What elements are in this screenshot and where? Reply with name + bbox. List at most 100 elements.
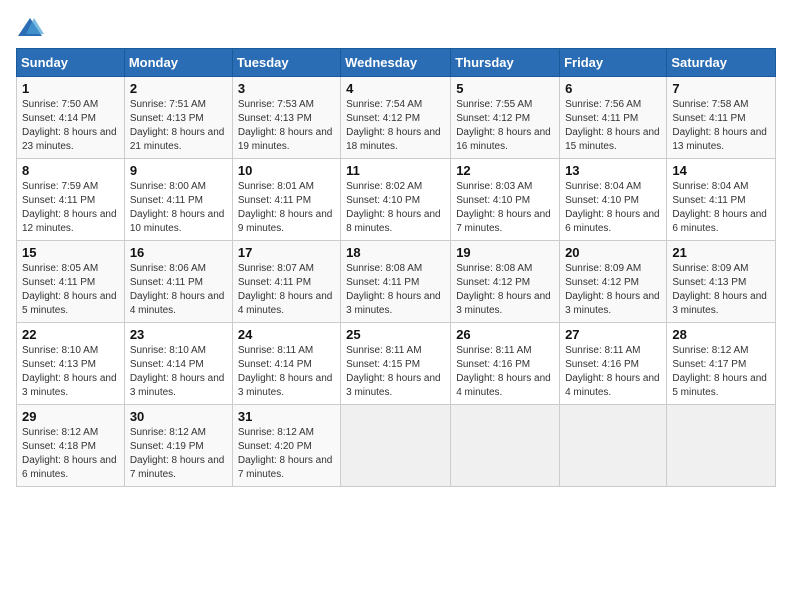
calendar-cell: 14 Sunrise: 8:04 AMSunset: 4:11 PMDayligh…	[667, 159, 776, 241]
day-number: 11	[346, 163, 445, 178]
calendar-cell: 12 Sunrise: 8:03 AMSunset: 4:10 PMDayligh…	[451, 159, 560, 241]
calendar-cell: 21 Sunrise: 8:09 AMSunset: 4:13 PMDayligh…	[667, 241, 776, 323]
day-info: Sunrise: 8:11 AMSunset: 4:14 PMDaylight:…	[238, 344, 335, 400]
day-info: Sunrise: 7:50 AMSunset: 4:14 PMDaylight:…	[22, 98, 119, 154]
day-info: Sunrise: 7:56 AMSunset: 4:11 PMDaylight:…	[565, 98, 661, 154]
calendar-cell: 4 Sunrise: 7:54 AMSunset: 4:12 PMDaylight…	[341, 77, 451, 159]
page-header	[16, 16, 776, 38]
day-of-week-header: Monday	[124, 49, 232, 77]
day-of-week-header: Friday	[560, 49, 667, 77]
day-number: 4	[346, 81, 445, 96]
calendar-week-row: 15Sunrise: 8:05 AMSunset: 4:11 PMDayligh…	[17, 241, 776, 323]
calendar-cell: 25 Sunrise: 8:11 AMSunset: 4:15 PMDayligh…	[341, 323, 451, 405]
day-number: 9	[130, 163, 227, 178]
day-info: Sunrise: 8:05 AMSunset: 4:11 PMDaylight:…	[22, 262, 119, 318]
day-number: 29	[22, 409, 119, 424]
day-info: Sunrise: 7:53 AMSunset: 4:13 PMDaylight:…	[238, 98, 335, 154]
day-number: 3	[238, 81, 335, 96]
day-info: Sunrise: 8:12 AMSunset: 4:18 PMDaylight:…	[22, 426, 119, 482]
day-info: Sunrise: 7:55 AMSunset: 4:12 PMDaylight:…	[456, 98, 554, 154]
calendar-cell: 23 Sunrise: 8:10 AMSunset: 4:14 PMDayligh…	[124, 323, 232, 405]
calendar-cell	[341, 405, 451, 487]
day-info: Sunrise: 8:11 AMSunset: 4:16 PMDaylight:…	[456, 344, 554, 400]
day-number: 14	[672, 163, 770, 178]
day-number: 21	[672, 245, 770, 260]
day-info: Sunrise: 8:04 AMSunset: 4:11 PMDaylight:…	[672, 180, 770, 236]
day-of-week-header: Tuesday	[232, 49, 340, 77]
day-info: Sunrise: 8:04 AMSunset: 4:10 PMDaylight:…	[565, 180, 661, 236]
calendar-cell: 16 Sunrise: 8:06 AMSunset: 4:11 PMDayligh…	[124, 241, 232, 323]
day-info: Sunrise: 7:51 AMSunset: 4:13 PMDaylight:…	[130, 98, 227, 154]
day-of-week-header: Sunday	[17, 49, 125, 77]
calendar-cell: 13 Sunrise: 8:04 AMSunset: 4:10 PMDayligh…	[560, 159, 667, 241]
calendar-cell	[667, 405, 776, 487]
calendar-cell: 9 Sunrise: 8:00 AMSunset: 4:11 PMDaylight…	[124, 159, 232, 241]
day-number: 22	[22, 327, 119, 342]
calendar-cell: 22 Sunrise: 8:10 AMSunset: 4:13 PMDayligh…	[17, 323, 125, 405]
calendar-body: 1 Sunrise: 7:50 AMSunset: 4:14 PMDaylight…	[17, 77, 776, 487]
day-number: 13	[565, 163, 661, 178]
day-number: 5	[456, 81, 554, 96]
day-number: 7	[672, 81, 770, 96]
day-number: 16	[130, 245, 227, 260]
calendar-cell: 1 Sunrise: 7:50 AMSunset: 4:14 PMDaylight…	[17, 77, 125, 159]
day-number: 17	[238, 245, 335, 260]
day-info: Sunrise: 8:03 AMSunset: 4:10 PMDaylight:…	[456, 180, 554, 236]
calendar-cell: 27 Sunrise: 8:11 AMSunset: 4:16 PMDayligh…	[560, 323, 667, 405]
day-number: 26	[456, 327, 554, 342]
calendar-week-row: 22 Sunrise: 8:10 AMSunset: 4:13 PMDayligh…	[17, 323, 776, 405]
calendar-table: SundayMondayTuesdayWednesdayThursdayFrid…	[16, 48, 776, 487]
day-info: Sunrise: 7:54 AMSunset: 4:12 PMDaylight:…	[346, 98, 445, 154]
day-info: Sunrise: 8:08 AMSunset: 4:11 PMDaylight:…	[346, 262, 445, 318]
calendar-cell: 26 Sunrise: 8:11 AMSunset: 4:16 PMDayligh…	[451, 323, 560, 405]
day-info: Sunrise: 8:09 AMSunset: 4:12 PMDaylight:…	[565, 262, 661, 318]
day-info: Sunrise: 8:01 AMSunset: 4:11 PMDaylight:…	[238, 180, 335, 236]
day-number: 20	[565, 245, 661, 260]
day-info: Sunrise: 8:06 AMSunset: 4:11 PMDaylight:…	[130, 262, 227, 318]
day-of-week-header: Wednesday	[341, 49, 451, 77]
day-number: 12	[456, 163, 554, 178]
calendar-cell: 29 Sunrise: 8:12 AMSunset: 4:18 PMDayligh…	[17, 405, 125, 487]
day-info: Sunrise: 8:12 AMSunset: 4:19 PMDaylight:…	[130, 426, 227, 482]
day-number: 24	[238, 327, 335, 342]
calendar-cell: 30 Sunrise: 8:12 AMSunset: 4:19 PMDayligh…	[124, 405, 232, 487]
day-info: Sunrise: 7:59 AMSunset: 4:11 PMDaylight:…	[22, 180, 119, 236]
day-info: Sunrise: 8:11 AMSunset: 4:16 PMDaylight:…	[565, 344, 661, 400]
day-number: 19	[456, 245, 554, 260]
logo	[16, 16, 48, 38]
day-number: 25	[346, 327, 445, 342]
logo-icon	[16, 16, 44, 38]
day-info: Sunrise: 8:07 AMSunset: 4:11 PMDaylight:…	[238, 262, 335, 318]
calendar-cell: 5 Sunrise: 7:55 AMSunset: 4:12 PMDaylight…	[451, 77, 560, 159]
calendar-cell: 3 Sunrise: 7:53 AMSunset: 4:13 PMDaylight…	[232, 77, 340, 159]
day-number: 30	[130, 409, 227, 424]
calendar-cell: 28 Sunrise: 8:12 AMSunset: 4:17 PMDayligh…	[667, 323, 776, 405]
day-number: 6	[565, 81, 661, 96]
calendar-week-row: 29 Sunrise: 8:12 AMSunset: 4:18 PMDayligh…	[17, 405, 776, 487]
days-of-week-row: SundayMondayTuesdayWednesdayThursdayFrid…	[17, 49, 776, 77]
day-info: Sunrise: 8:00 AMSunset: 4:11 PMDaylight:…	[130, 180, 227, 236]
calendar-cell: 20 Sunrise: 8:09 AMSunset: 4:12 PMDayligh…	[560, 241, 667, 323]
day-info: Sunrise: 8:10 AMSunset: 4:13 PMDaylight:…	[22, 344, 119, 400]
calendar-cell: 8 Sunrise: 7:59 AMSunset: 4:11 PMDaylight…	[17, 159, 125, 241]
day-of-week-header: Saturday	[667, 49, 776, 77]
calendar-week-row: 8 Sunrise: 7:59 AMSunset: 4:11 PMDaylight…	[17, 159, 776, 241]
day-info: Sunrise: 8:10 AMSunset: 4:14 PMDaylight:…	[130, 344, 227, 400]
day-number: 8	[22, 163, 119, 178]
day-info: Sunrise: 8:09 AMSunset: 4:13 PMDaylight:…	[672, 262, 770, 318]
day-info: Sunrise: 8:11 AMSunset: 4:15 PMDaylight:…	[346, 344, 445, 400]
day-number: 27	[565, 327, 661, 342]
calendar-cell	[560, 405, 667, 487]
calendar-cell: 18 Sunrise: 8:08 AMSunset: 4:11 PMDayligh…	[341, 241, 451, 323]
day-info: Sunrise: 8:02 AMSunset: 4:10 PMDaylight:…	[346, 180, 445, 236]
day-number: 23	[130, 327, 227, 342]
calendar-cell: 15Sunrise: 8:05 AMSunset: 4:11 PMDayligh…	[17, 241, 125, 323]
day-number: 18	[346, 245, 445, 260]
day-number: 10	[238, 163, 335, 178]
day-info: Sunrise: 8:12 AMSunset: 4:17 PMDaylight:…	[672, 344, 770, 400]
calendar-cell: 6 Sunrise: 7:56 AMSunset: 4:11 PMDaylight…	[560, 77, 667, 159]
calendar-cell: 19Sunrise: 8:08 AMSunset: 4:12 PMDayligh…	[451, 241, 560, 323]
calendar-cell: 24 Sunrise: 8:11 AMSunset: 4:14 PMDayligh…	[232, 323, 340, 405]
day-number: 1	[22, 81, 119, 96]
day-number: 28	[672, 327, 770, 342]
